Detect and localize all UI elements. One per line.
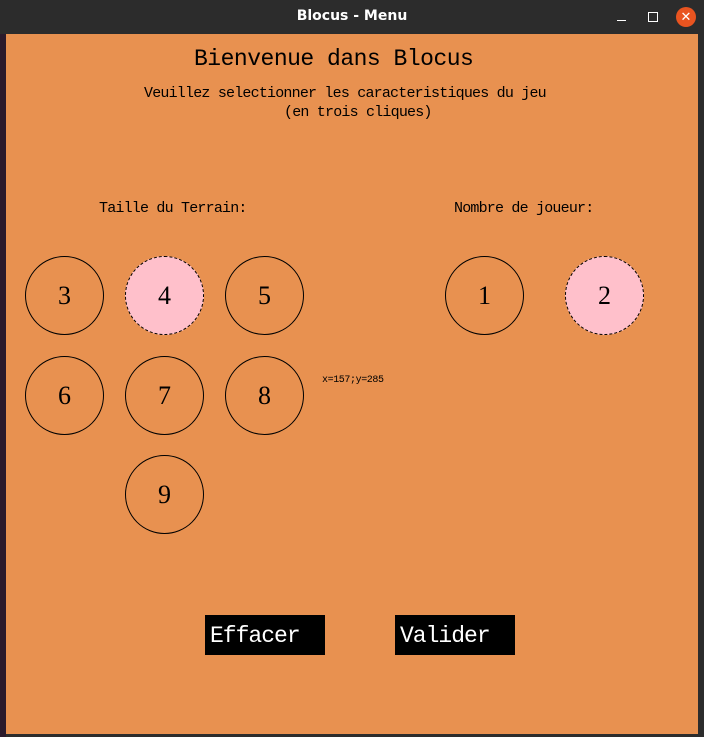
page-title: Bienvenue dans Blocus [194, 46, 474, 72]
window-title: Blocus - Menu [296, 8, 408, 24]
terrain-size-option-5[interactable]: 5 [225, 256, 304, 335]
terrain-size-label: Taille du Terrain: [99, 200, 247, 217]
terrain-size-option-3[interactable]: 3 [25, 256, 104, 335]
window-border-right [698, 34, 704, 737]
maximize-icon[interactable] [642, 6, 664, 28]
terrain-size-option-7[interactable]: 7 [125, 356, 204, 435]
title-bar[interactable]: Blocus - Menu ✕ [0, 0, 704, 34]
player-count-option-2[interactable]: 2 [565, 256, 644, 335]
validate-button[interactable]: Valider [395, 615, 515, 655]
terrain-size-option-6[interactable]: 6 [25, 356, 104, 435]
terrain-size-option-4[interactable]: 4 [125, 256, 204, 335]
app-window: Blocus - Menu ✕ Bienvenue dans Blocus Ve… [0, 0, 704, 737]
instructions-line-2: (en trois cliques) [284, 104, 432, 121]
menu-canvas: Bienvenue dans Blocus Veuillez selection… [6, 34, 698, 734]
clear-button[interactable]: Effacer [205, 615, 325, 655]
player-count-label: Nombre de joueur: [454, 200, 594, 217]
terrain-size-option-8[interactable]: 8 [225, 356, 304, 435]
cursor-coordinates-readout: x=157;y=285 [322, 375, 384, 386]
close-icon[interactable]: ✕ [676, 7, 696, 27]
player-count-option-1[interactable]: 1 [445, 256, 524, 335]
instructions-line-1: Veuillez selectionner les caracteristiqu… [144, 85, 547, 102]
minimize-icon[interactable] [610, 6, 632, 28]
terrain-size-option-9[interactable]: 9 [125, 455, 204, 534]
